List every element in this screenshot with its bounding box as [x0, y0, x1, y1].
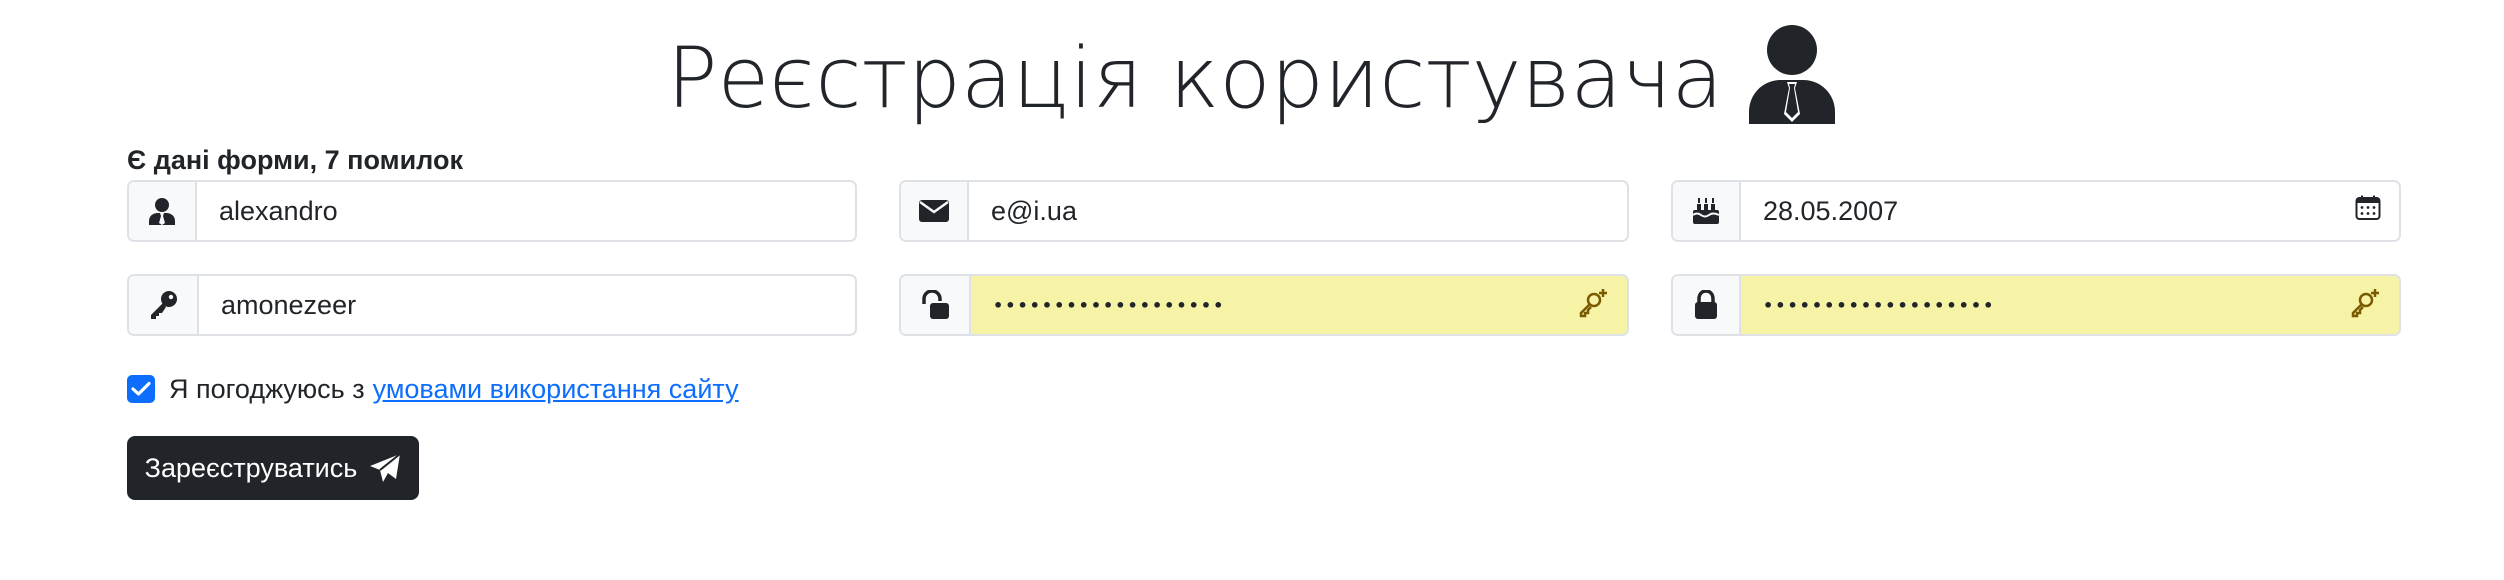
name-addon: [129, 276, 199, 334]
login-input[interactable]: alexandro: [197, 182, 855, 240]
name-input[interactable]: amonezeer: [199, 276, 855, 334]
user-tie-icon: [1747, 24, 1837, 124]
password-repeat-value: •••••••••••••••••••: [1763, 295, 1996, 315]
email-field-group: e@i.ua: [899, 180, 1629, 242]
agree-label: Я погоджуюсь з: [169, 373, 365, 404]
envelope-icon: [919, 200, 949, 222]
password-value: •••••••••••••••••••: [993, 295, 1226, 315]
password-repeat-field-group: •••••••••••••••••••: [1671, 274, 2401, 336]
birthday-cake-icon: [1692, 197, 1720, 225]
page-header: Реєстрація користувача: [0, 12, 2504, 138]
calendar-icon[interactable]: [2355, 195, 2381, 228]
key-icon: [148, 290, 178, 320]
password-repeat-addon: [1673, 276, 1741, 334]
name-field-group: amonezeer: [127, 274, 857, 336]
login-addon: [129, 182, 197, 240]
key-plus-icon[interactable]: [1577, 288, 1609, 322]
password-addon: [901, 276, 971, 334]
login-field-group: alexandro: [127, 180, 857, 242]
send-icon: [369, 453, 401, 483]
password-input[interactable]: •••••••••••••••••••: [971, 276, 1627, 334]
agree-row: Я погоджуюсь з умовами використання сайт…: [127, 371, 739, 407]
check-icon: [131, 381, 151, 396]
birthdate-value: 28.05.2007: [1763, 195, 1899, 226]
birthdate-addon: [1673, 182, 1741, 240]
agree-checkbox[interactable]: [127, 375, 155, 403]
page-title: Реєстрація користувача: [666, 29, 1724, 127]
register-button[interactable]: Зареєструватись: [127, 436, 419, 500]
email-addon: [901, 182, 969, 240]
lock-icon: [1694, 290, 1718, 320]
register-button-label: Зареєструватись: [144, 452, 358, 483]
unlock-icon: [920, 290, 950, 320]
user-icon: [149, 197, 175, 225]
email-input[interactable]: e@i.ua: [969, 182, 1627, 240]
birthdate-field-group: 28.05.2007: [1671, 180, 2401, 242]
password-repeat-input[interactable]: •••••••••••••••••••: [1741, 276, 2399, 334]
form-status: Є дані форми, 7 помилок: [127, 145, 463, 175]
birthdate-input[interactable]: 28.05.2007: [1741, 182, 2399, 240]
key-plus-icon[interactable]: [2349, 288, 2381, 322]
password-field-group: •••••••••••••••••••: [899, 274, 1629, 336]
terms-link[interactable]: умовами використання сайту: [373, 374, 739, 405]
